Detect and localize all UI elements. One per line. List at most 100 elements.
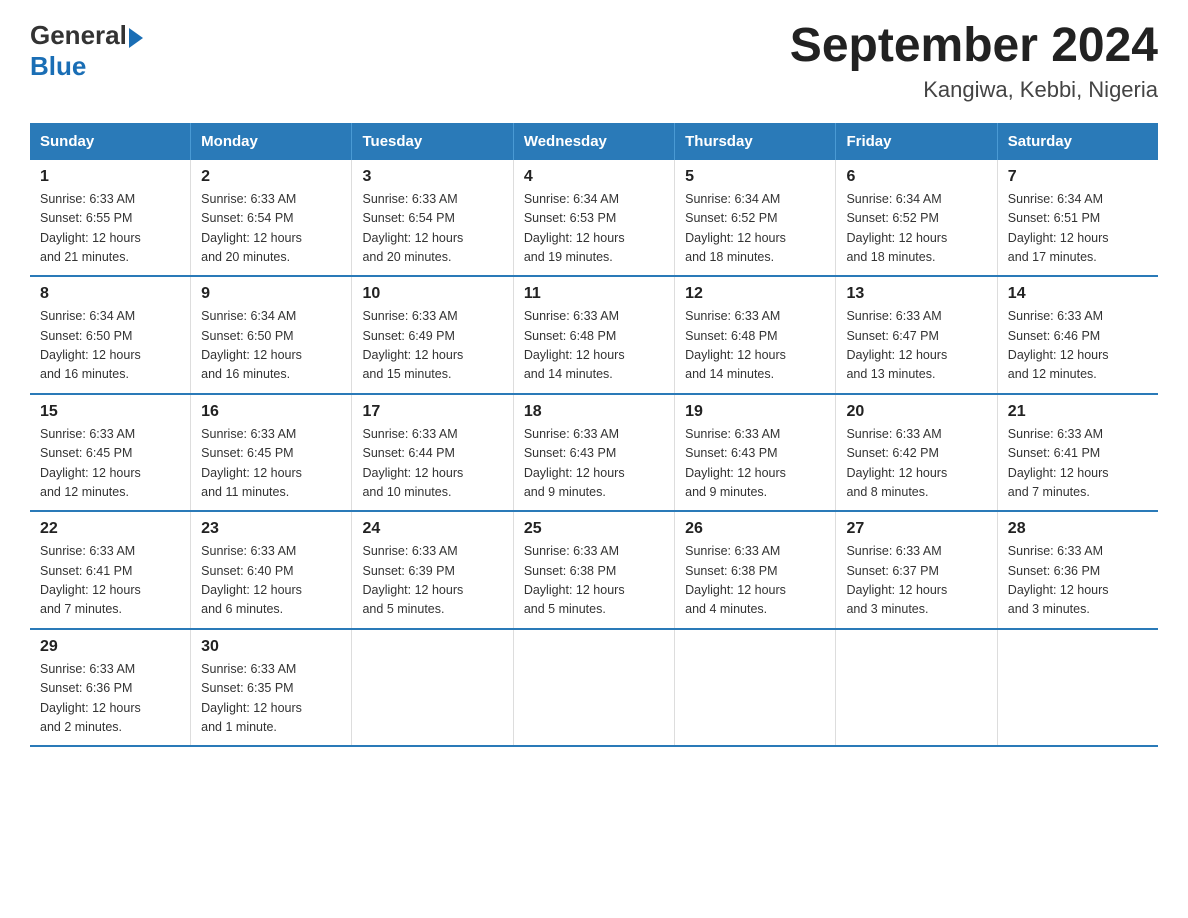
day-number: 17 xyxy=(362,403,502,421)
calendar-week-row: 8 Sunrise: 6:34 AMSunset: 6:50 PMDayligh… xyxy=(30,276,1158,394)
calendar-cell: 11 Sunrise: 6:33 AMSunset: 6:48 PMDaylig… xyxy=(513,276,674,394)
day-number: 14 xyxy=(1008,285,1148,303)
day-info: Sunrise: 6:33 AMSunset: 6:43 PMDaylight:… xyxy=(685,427,786,499)
day-info: Sunrise: 6:33 AMSunset: 6:43 PMDaylight:… xyxy=(524,427,625,499)
day-number: 25 xyxy=(524,520,664,538)
calendar-cell: 3 Sunrise: 6:33 AMSunset: 6:54 PMDayligh… xyxy=(352,160,513,277)
day-number: 21 xyxy=(1008,403,1148,421)
calendar-cell xyxy=(675,629,836,747)
calendar-cell: 28 Sunrise: 6:33 AMSunset: 6:36 PMDaylig… xyxy=(997,511,1158,629)
day-info: Sunrise: 6:34 AMSunset: 6:53 PMDaylight:… xyxy=(524,192,625,264)
day-info: Sunrise: 6:33 AMSunset: 6:47 PMDaylight:… xyxy=(846,309,947,381)
day-number: 1 xyxy=(40,168,180,186)
calendar-cell: 5 Sunrise: 6:34 AMSunset: 6:52 PMDayligh… xyxy=(675,160,836,277)
calendar-cell: 19 Sunrise: 6:33 AMSunset: 6:43 PMDaylig… xyxy=(675,394,836,512)
day-number: 3 xyxy=(362,168,502,186)
calendar-cell: 20 Sunrise: 6:33 AMSunset: 6:42 PMDaylig… xyxy=(836,394,997,512)
calendar-cell: 16 Sunrise: 6:33 AMSunset: 6:45 PMDaylig… xyxy=(191,394,352,512)
day-info: Sunrise: 6:34 AMSunset: 6:50 PMDaylight:… xyxy=(40,309,141,381)
day-info: Sunrise: 6:33 AMSunset: 6:41 PMDaylight:… xyxy=(40,544,141,616)
day-info: Sunrise: 6:33 AMSunset: 6:48 PMDaylight:… xyxy=(685,309,786,381)
day-number: 24 xyxy=(362,520,502,538)
day-number: 2 xyxy=(201,168,341,186)
day-info: Sunrise: 6:34 AMSunset: 6:51 PMDaylight:… xyxy=(1008,192,1109,264)
day-info: Sunrise: 6:33 AMSunset: 6:54 PMDaylight:… xyxy=(362,192,463,264)
calendar-cell: 1 Sunrise: 6:33 AMSunset: 6:55 PMDayligh… xyxy=(30,160,191,277)
calendar-cell: 10 Sunrise: 6:33 AMSunset: 6:49 PMDaylig… xyxy=(352,276,513,394)
day-info: Sunrise: 6:33 AMSunset: 6:36 PMDaylight:… xyxy=(1008,544,1109,616)
calendar-cell: 18 Sunrise: 6:33 AMSunset: 6:43 PMDaylig… xyxy=(513,394,674,512)
day-number: 30 xyxy=(201,638,341,656)
day-info: Sunrise: 6:33 AMSunset: 6:45 PMDaylight:… xyxy=(201,427,302,499)
day-number: 22 xyxy=(40,520,180,538)
day-info: Sunrise: 6:33 AMSunset: 6:55 PMDaylight:… xyxy=(40,192,141,264)
calendar-cell: 26 Sunrise: 6:33 AMSunset: 6:38 PMDaylig… xyxy=(675,511,836,629)
day-info: Sunrise: 6:33 AMSunset: 6:40 PMDaylight:… xyxy=(201,544,302,616)
calendar-cell: 15 Sunrise: 6:33 AMSunset: 6:45 PMDaylig… xyxy=(30,394,191,512)
header-monday: Monday xyxy=(191,123,352,160)
day-info: Sunrise: 6:33 AMSunset: 6:42 PMDaylight:… xyxy=(846,427,947,499)
calendar-cell: 30 Sunrise: 6:33 AMSunset: 6:35 PMDaylig… xyxy=(191,629,352,747)
day-number: 15 xyxy=(40,403,180,421)
calendar-cell xyxy=(352,629,513,747)
day-number: 5 xyxy=(685,168,825,186)
day-number: 8 xyxy=(40,285,180,303)
day-number: 28 xyxy=(1008,520,1148,538)
day-number: 6 xyxy=(846,168,986,186)
calendar-cell: 4 Sunrise: 6:34 AMSunset: 6:53 PMDayligh… xyxy=(513,160,674,277)
calendar-cell xyxy=(836,629,997,747)
day-number: 18 xyxy=(524,403,664,421)
day-number: 19 xyxy=(685,403,825,421)
calendar-cell: 29 Sunrise: 6:33 AMSunset: 6:36 PMDaylig… xyxy=(30,629,191,747)
day-info: Sunrise: 6:33 AMSunset: 6:41 PMDaylight:… xyxy=(1008,427,1109,499)
day-info: Sunrise: 6:33 AMSunset: 6:46 PMDaylight:… xyxy=(1008,309,1109,381)
logo-general-text: General xyxy=(30,20,127,51)
day-info: Sunrise: 6:33 AMSunset: 6:38 PMDaylight:… xyxy=(685,544,786,616)
day-number: 12 xyxy=(685,285,825,303)
header-friday: Friday xyxy=(836,123,997,160)
day-info: Sunrise: 6:33 AMSunset: 6:45 PMDaylight:… xyxy=(40,427,141,499)
header-wednesday: Wednesday xyxy=(513,123,674,160)
day-info: Sunrise: 6:33 AMSunset: 6:38 PMDaylight:… xyxy=(524,544,625,616)
calendar-cell: 22 Sunrise: 6:33 AMSunset: 6:41 PMDaylig… xyxy=(30,511,191,629)
calendar-subtitle: Kangiwa, Kebbi, Nigeria xyxy=(790,77,1158,103)
calendar-cell: 14 Sunrise: 6:33 AMSunset: 6:46 PMDaylig… xyxy=(997,276,1158,394)
calendar-cell xyxy=(997,629,1158,747)
calendar-cell: 25 Sunrise: 6:33 AMSunset: 6:38 PMDaylig… xyxy=(513,511,674,629)
calendar-cell: 24 Sunrise: 6:33 AMSunset: 6:39 PMDaylig… xyxy=(352,511,513,629)
day-info: Sunrise: 6:33 AMSunset: 6:36 PMDaylight:… xyxy=(40,662,141,734)
calendar-table: SundayMondayTuesdayWednesdayThursdayFrid… xyxy=(30,123,1158,748)
page-header: General Blue September 2024 Kangiwa, Keb… xyxy=(30,20,1158,103)
calendar-cell: 8 Sunrise: 6:34 AMSunset: 6:50 PMDayligh… xyxy=(30,276,191,394)
day-info: Sunrise: 6:33 AMSunset: 6:54 PMDaylight:… xyxy=(201,192,302,264)
calendar-cell: 23 Sunrise: 6:33 AMSunset: 6:40 PMDaylig… xyxy=(191,511,352,629)
day-info: Sunrise: 6:33 AMSunset: 6:39 PMDaylight:… xyxy=(362,544,463,616)
calendar-cell: 13 Sunrise: 6:33 AMSunset: 6:47 PMDaylig… xyxy=(836,276,997,394)
day-number: 20 xyxy=(846,403,986,421)
calendar-cell xyxy=(513,629,674,747)
calendar-week-row: 15 Sunrise: 6:33 AMSunset: 6:45 PMDaylig… xyxy=(30,394,1158,512)
day-info: Sunrise: 6:33 AMSunset: 6:48 PMDaylight:… xyxy=(524,309,625,381)
day-number: 26 xyxy=(685,520,825,538)
calendar-week-row: 1 Sunrise: 6:33 AMSunset: 6:55 PMDayligh… xyxy=(30,160,1158,277)
day-number: 23 xyxy=(201,520,341,538)
day-info: Sunrise: 6:34 AMSunset: 6:52 PMDaylight:… xyxy=(685,192,786,264)
calendar-title-area: September 2024 Kangiwa, Kebbi, Nigeria xyxy=(790,20,1158,103)
calendar-week-row: 22 Sunrise: 6:33 AMSunset: 6:41 PMDaylig… xyxy=(30,511,1158,629)
day-info: Sunrise: 6:33 AMSunset: 6:37 PMDaylight:… xyxy=(846,544,947,616)
calendar-cell: 7 Sunrise: 6:34 AMSunset: 6:51 PMDayligh… xyxy=(997,160,1158,277)
calendar-week-row: 29 Sunrise: 6:33 AMSunset: 6:36 PMDaylig… xyxy=(30,629,1158,747)
day-number: 16 xyxy=(201,403,341,421)
logo-triangle-icon xyxy=(129,28,143,48)
day-number: 7 xyxy=(1008,168,1148,186)
calendar-cell: 9 Sunrise: 6:34 AMSunset: 6:50 PMDayligh… xyxy=(191,276,352,394)
day-info: Sunrise: 6:33 AMSunset: 6:44 PMDaylight:… xyxy=(362,427,463,499)
header-sunday: Sunday xyxy=(30,123,191,160)
day-info: Sunrise: 6:34 AMSunset: 6:52 PMDaylight:… xyxy=(846,192,947,264)
logo-blue-text: Blue xyxy=(30,51,86,81)
calendar-cell: 17 Sunrise: 6:33 AMSunset: 6:44 PMDaylig… xyxy=(352,394,513,512)
header-thursday: Thursday xyxy=(675,123,836,160)
header-tuesday: Tuesday xyxy=(352,123,513,160)
day-info: Sunrise: 6:34 AMSunset: 6:50 PMDaylight:… xyxy=(201,309,302,381)
calendar-cell: 21 Sunrise: 6:33 AMSunset: 6:41 PMDaylig… xyxy=(997,394,1158,512)
